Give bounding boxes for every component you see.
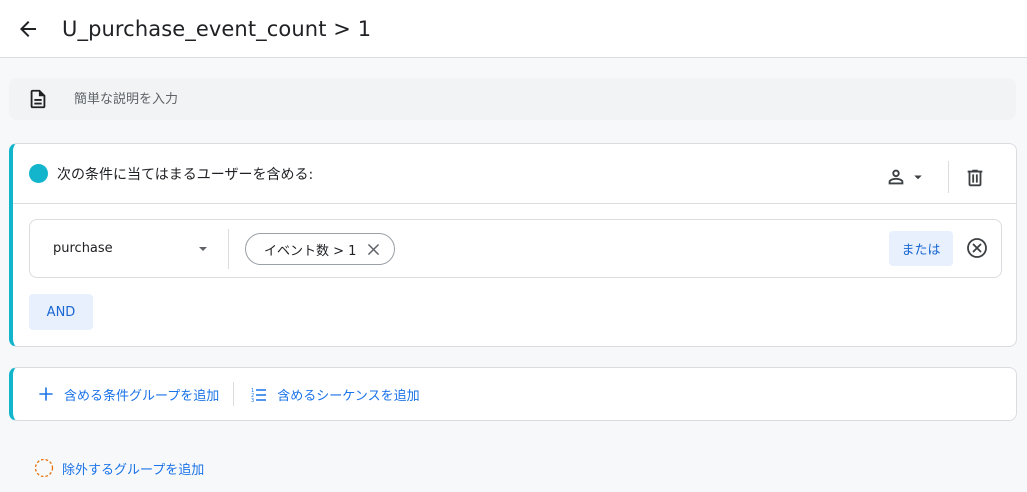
arrow-back-icon	[20, 20, 36, 37]
add-sequence-label: 含めるシーケンスを追加	[277, 388, 420, 404]
event-select[interactable]: purchase	[38, 228, 216, 268]
or-button[interactable]: または	[889, 231, 953, 266]
and-button[interactable]: AND	[29, 294, 93, 330]
add-exclude-group-button[interactable]: 除外するグループを追加	[34, 458, 204, 478]
page-title: U_purchase_event_count > 1	[62, 16, 372, 41]
svg-text:3: 3	[251, 398, 254, 402]
close-icon[interactable]	[366, 242, 380, 256]
condition-group-title: 次の条件に当てはまるユーザーを含める:	[57, 166, 314, 183]
plus-icon	[37, 385, 55, 403]
header: U_purchase_event_count > 1	[0, 0, 1027, 58]
filter-chip-label: イベント数 > 1	[264, 243, 357, 259]
description-input[interactable]	[74, 91, 674, 107]
add-exclude-group-label: 除外するグループを追加	[62, 462, 205, 478]
add-condition-group-button[interactable]: 含める条件グループを追加	[37, 385, 219, 404]
trash-icon	[967, 169, 983, 187]
remove-condition-button[interactable]	[965, 236, 989, 260]
close-circle-icon	[967, 238, 987, 258]
delete-group-button[interactable]	[963, 166, 987, 190]
scope-dropdown-button[interactable]	[885, 166, 927, 188]
group-color-dot	[29, 164, 48, 183]
document-icon	[26, 87, 50, 111]
description-bar	[9, 78, 1016, 120]
caret-down-icon	[199, 247, 207, 251]
condition-row: purchase イベント数 > 1 または	[29, 219, 1002, 278]
dashed-circle-icon	[34, 458, 54, 478]
include-condition-group: 次の条件に当てはまるユーザーを含める: purchase イベント数 > 1 ま…	[9, 143, 1017, 347]
person-icon	[888, 169, 904, 185]
add-sequence-button[interactable]: 1 2 3 含めるシーケンスを追加	[250, 385, 419, 404]
back-button[interactable]	[8, 9, 48, 49]
sequence-list-icon: 1 2 3	[250, 385, 268, 403]
filter-chip[interactable]: イベント数 > 1	[245, 233, 396, 265]
header-divider	[948, 161, 949, 193]
caret-down-icon	[914, 175, 922, 180]
condition-group-header: 次の条件に当てはまるユーザーを含める:	[13, 144, 1016, 204]
add-condition-group-label: 含める条件グループを追加	[64, 388, 220, 404]
add-actions-bar: 含める条件グループを追加 1 2 3 含めるシーケンスを追加	[9, 367, 1017, 421]
actions-divider	[233, 382, 235, 406]
row-divider	[228, 229, 229, 269]
event-name: purchase	[53, 240, 113, 256]
